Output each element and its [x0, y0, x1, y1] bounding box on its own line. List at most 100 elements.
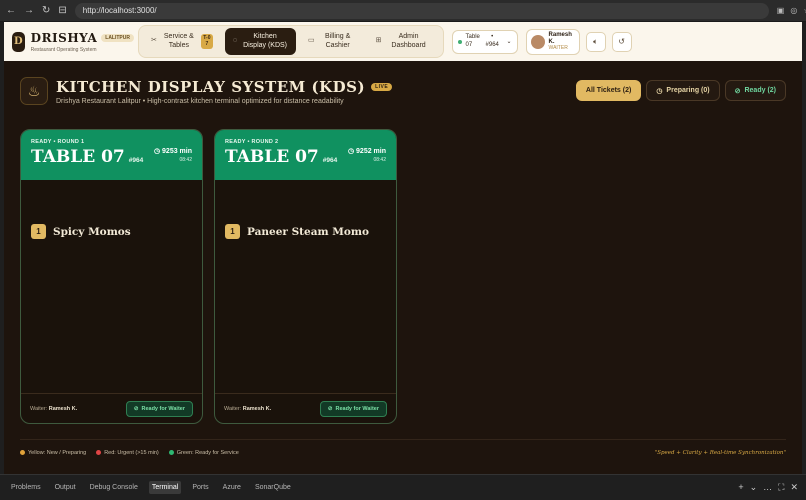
- tab-output[interactable]: Output: [52, 481, 79, 494]
- table-select-table: Table 07: [465, 34, 480, 48]
- tables-icon: ✂: [151, 37, 157, 45]
- location-badge: LALITPUR: [101, 33, 134, 42]
- button-label: Ready for Waiter: [141, 405, 185, 412]
- more-icon[interactable]: …: [763, 482, 772, 493]
- filter-preparing[interactable]: ◷ Preparing (0): [646, 80, 720, 101]
- nav-label: Service & Tables: [163, 33, 194, 49]
- check-circle-icon: ⊘: [734, 87, 741, 95]
- divider: [20, 439, 786, 440]
- ticket-order: #964: [322, 157, 338, 164]
- green-dot: [168, 450, 174, 456]
- ticket-card: READY • ROUND 2 TABLE 07 #964 ◷ 9252 min…: [214, 129, 397, 424]
- ticket-item: 1 Paneer Steam Momo: [225, 224, 369, 239]
- zoom-icon[interactable]: ◎: [790, 6, 797, 15]
- ticket-footer: Waiter: Ramesh K. ⊘ Ready for Waiter: [215, 393, 396, 423]
- clock-icon: ◷: [347, 148, 357, 155]
- chef-hat-icon: ♨: [20, 77, 48, 105]
- nav-billing-cashier[interactable]: ▭ Billing & Cashier: [300, 28, 364, 55]
- filter-ready[interactable]: ⊘ Ready (2): [724, 80, 786, 101]
- kds-header: ♨ KITCHEN DISPLAY SYSTEM (KDS) LIVE Dris…: [20, 77, 393, 105]
- filter-all-tickets[interactable]: All Tickets (2): [575, 80, 642, 101]
- tab-terminal[interactable]: Terminal: [148, 481, 182, 494]
- speaker-icon: 🔈︎: [593, 36, 598, 46]
- tab-azure[interactable]: Azure: [220, 481, 244, 494]
- panel-tabs: Problems Output Debug Console Terminal P…: [0, 474, 806, 500]
- chevron-down-icon[interactable]: ⌄: [750, 482, 758, 493]
- table-badge: T-07: [200, 34, 213, 49]
- legend-item-yellow: Yellow: New / Preparing: [20, 450, 86, 456]
- status-dot: [457, 39, 462, 44]
- red-dot: [96, 450, 102, 456]
- waiter-label: Waiter:: [224, 405, 242, 412]
- filter-label: Preparing (0): [666, 87, 710, 94]
- nav-kitchen-display[interactable]: ◌ Kitchen Display (KDS): [224, 28, 297, 55]
- ticket-timer: ◷ 9252 min 08:42: [348, 147, 386, 163]
- brand-subtitle: Restaurant Operating System: [30, 46, 97, 53]
- site-info-icon[interactable]: ⊟: [58, 5, 66, 16]
- user-chip[interactable]: Ramesh K. WAITER: [525, 28, 580, 55]
- ticket-table-name: TABLE 07: [225, 147, 319, 167]
- browser-actions: ▣ ◎ ☆ ▭ ⋮: [777, 6, 806, 15]
- nav-service-tables[interactable]: ✂ Service & Tables T-07: [143, 28, 221, 55]
- nav-label: Admin Dashboard: [391, 33, 426, 49]
- chef-icon: ◌: [232, 37, 238, 45]
- tab-debug-console[interactable]: Debug Console: [87, 481, 141, 494]
- tagline: "Speed + Clarity + Real-time Synchroniza…: [654, 450, 786, 456]
- item-quantity: 1: [225, 224, 240, 239]
- waiter-name: Ramesh K.: [48, 405, 78, 412]
- screen-icon[interactable]: ▣: [777, 6, 785, 15]
- tab-sonarqube[interactable]: SonarQube: [252, 481, 294, 494]
- browser-toolbar: ← → ↻ ⊟ http://localhost:3000/ ▣ ◎ ☆ ▭ ⋮: [0, 0, 806, 22]
- close-icon[interactable]: ✕: [790, 482, 798, 493]
- waiter-name: Ramesh K.: [242, 405, 272, 412]
- ticket-table-name: TABLE 07: [31, 147, 125, 167]
- legend-item-green: Green: Ready for Service: [168, 450, 239, 456]
- back-icon[interactable]: ←: [6, 5, 16, 16]
- sound-button[interactable]: 🔈︎: [585, 31, 606, 52]
- clock-icon: ◷: [153, 148, 163, 155]
- ticket-header: READY • ROUND 1 TABLE 07 #964 ◷ 9253 min…: [21, 130, 202, 180]
- tab-ports[interactable]: Ports: [189, 481, 211, 494]
- card-icon: ▭: [308, 37, 315, 45]
- nav-label: Kitchen Display (KDS): [243, 33, 288, 49]
- reset-button[interactable]: ↺: [611, 31, 632, 52]
- ticket-status: READY • ROUND 2: [225, 139, 279, 145]
- nav-admin-dashboard[interactable]: ⊞ Admin Dashboard: [368, 28, 439, 55]
- ticket-footer: Waiter: Ramesh K. ⊘ Ready for Waiter: [21, 393, 202, 423]
- brand[interactable]: D DRISHYA LALITPUR Restaurant Operating …: [12, 31, 134, 53]
- status-legend: Yellow: New / Preparing Red: Urgent (>15…: [20, 450, 239, 456]
- page-title-text: KITCHEN DISPLAY SYSTEM (KDS): [56, 77, 366, 96]
- logo: D: [12, 31, 25, 52]
- waiter-label: Waiter:: [30, 405, 48, 412]
- avatar: [530, 34, 545, 49]
- clock-icon: ◷: [656, 87, 663, 95]
- button-label: Ready for Waiter: [335, 405, 379, 412]
- user-name: Ramesh K.: [548, 31, 572, 45]
- item-name: Paneer Steam Momo: [247, 225, 370, 238]
- ticket-card: READY • ROUND 1 TABLE 07 #964 ◷ 9253 min…: [20, 129, 203, 424]
- ticket-item: 1 Spicy Momos: [31, 224, 131, 239]
- item-quantity: 1: [31, 224, 46, 239]
- user-role: WAITER: [548, 45, 568, 52]
- legend-label: Green: Ready for Service: [176, 450, 239, 456]
- maximize-icon[interactable]: ⛶: [778, 482, 784, 493]
- table-select[interactable]: Table 07 • #964 ⌄: [451, 29, 518, 54]
- dashboard-icon: ⊞: [375, 37, 382, 45]
- ready-for-waiter-button[interactable]: ⊘ Ready for Waiter: [125, 400, 193, 417]
- waiter-info: Waiter: Ramesh K.: [30, 406, 77, 412]
- ready-for-waiter-button[interactable]: ⊘ Ready for Waiter: [319, 400, 387, 417]
- item-name: Spicy Momos: [53, 225, 131, 238]
- forward-icon[interactable]: →: [24, 5, 34, 16]
- add-terminal-icon[interactable]: +: [738, 482, 743, 493]
- refresh-icon[interactable]: ↻: [42, 5, 50, 16]
- bullet: •: [491, 34, 494, 41]
- main-nav: ✂ Service & Tables T-07 ◌ Kitchen Displa…: [138, 25, 444, 58]
- panel-actions: + ⌄ … ⛶ ✕: [738, 482, 798, 493]
- reset-icon: ↺: [618, 37, 625, 46]
- app-header: D DRISHYA LALITPUR Restaurant Operating …: [4, 22, 802, 61]
- legend-item-red: Red: Urgent (>15 min): [96, 450, 159, 456]
- yellow-dot: [20, 450, 25, 456]
- address-bar[interactable]: http://localhost:3000/: [74, 2, 769, 19]
- tab-problems[interactable]: Problems: [8, 481, 44, 494]
- brand-name: DRISHYA: [30, 30, 98, 45]
